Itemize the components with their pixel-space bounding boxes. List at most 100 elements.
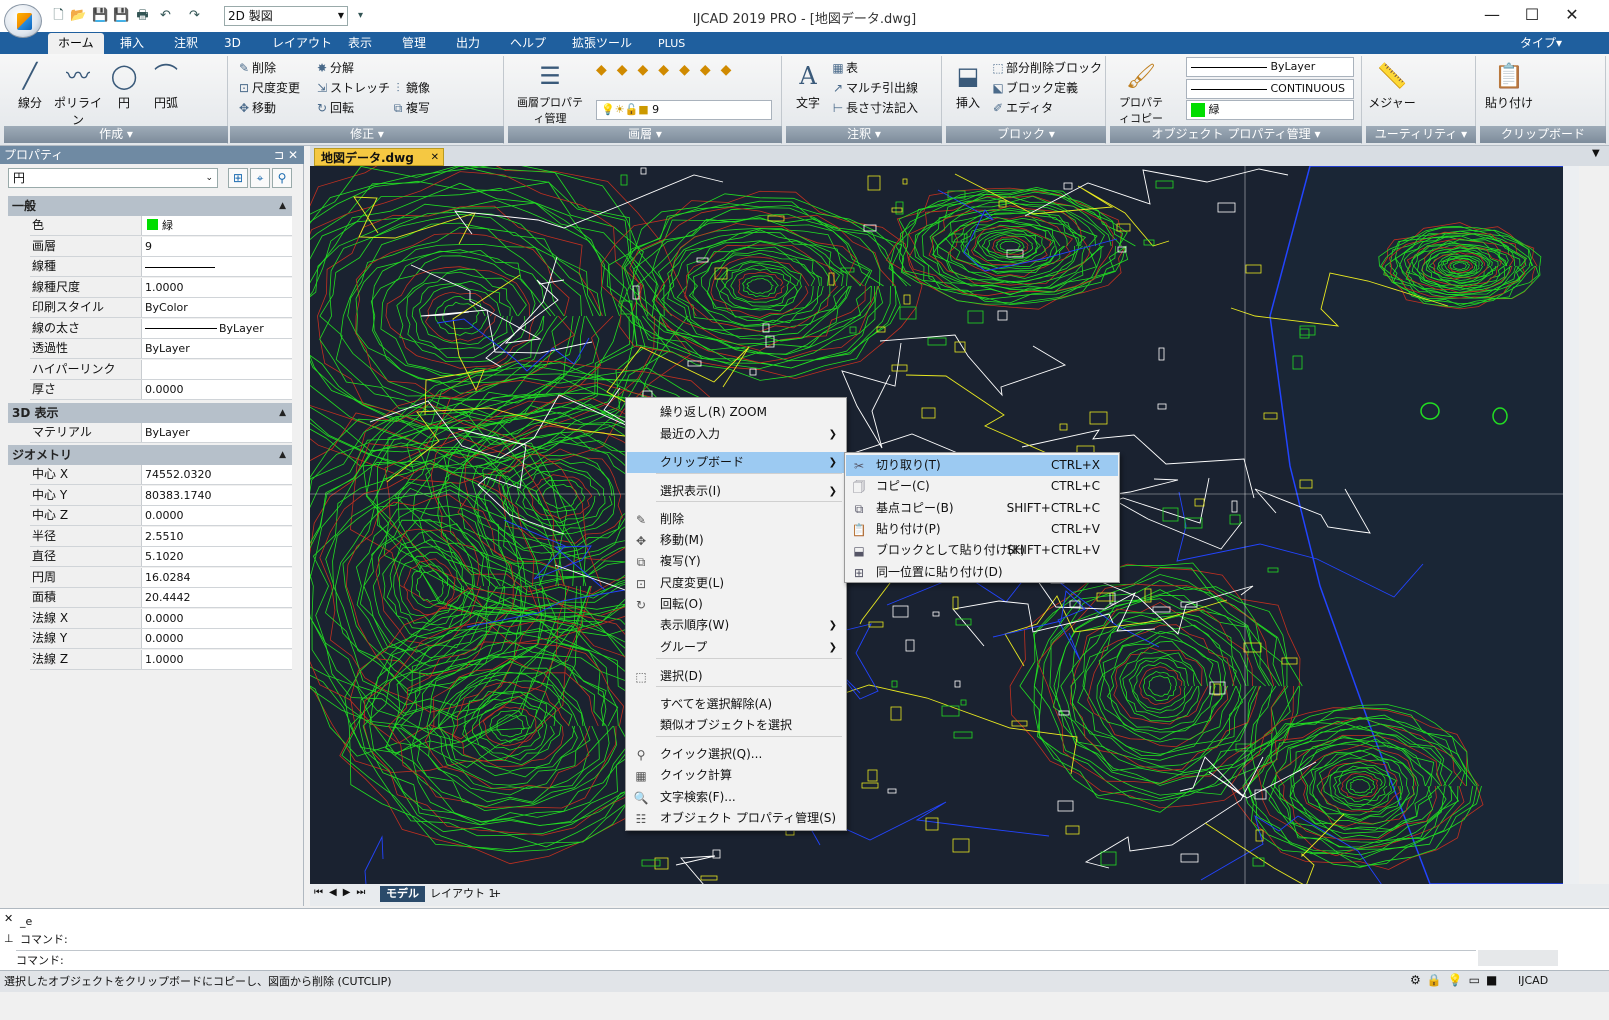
tab-layout[interactable]: レイアウト xyxy=(262,33,342,54)
paste-button[interactable]: 📋 貼り付け xyxy=(1484,60,1534,111)
property-value-cell[interactable]: 9 xyxy=(145,237,291,256)
layout-nav-icons[interactable]: ⏮◀▶⏭ xyxy=(314,887,371,898)
submenu-item[interactable]: 📋 貼り付け(P) CTRL+V xyxy=(846,519,1118,540)
context-menu-item[interactable]: 🔍 文字検索(F)... xyxy=(627,787,845,808)
panel-modify-label[interactable]: 修正 ▾ xyxy=(230,126,504,143)
property-row[interactable]: マテリアル ByLayer xyxy=(30,422,292,443)
move-button[interactable]: ✥ 移動 xyxy=(236,98,276,118)
define-block-button[interactable]: ⬕ ブロック定義 xyxy=(990,78,1078,98)
context-menu-item[interactable]: 類似オブジェクトを選択 xyxy=(627,715,845,736)
property-value-cell[interactable]: 74552.0320 xyxy=(145,465,291,484)
tab-add-layout[interactable]: + xyxy=(486,886,507,902)
close-icon[interactable]: ✕ xyxy=(288,146,298,164)
property-row[interactable]: 面積 20.4442 xyxy=(30,588,292,608)
tab-view[interactable]: 表示 xyxy=(338,33,382,54)
explode-button[interactable]: ✸ 分解 xyxy=(314,58,354,78)
vertical-scrollbar[interactable] xyxy=(1563,166,1579,884)
property-row[interactable]: 中心 X 74552.0320 xyxy=(30,465,292,485)
tab-model[interactable]: モデル xyxy=(380,886,425,902)
erase-button[interactable]: ✎ 削除 xyxy=(236,58,276,78)
property-row[interactable]: 直径 5.1020 xyxy=(30,547,292,567)
object-type-select[interactable]: 円 ⌄ xyxy=(8,168,218,188)
property-value-cell[interactable]: 16.0284 xyxy=(145,568,291,587)
context-menu-item[interactable]: ↻ 回転(O) xyxy=(627,594,845,615)
submenu-item[interactable]: ⬓ ブロックとして貼り付け(K) SHIFT+CTRL+V xyxy=(846,540,1118,561)
property-row[interactable]: 法線 Y 0.0000 xyxy=(30,629,292,649)
property-value-cell[interactable]: 緑 xyxy=(145,216,291,235)
command-scrollbar[interactable] xyxy=(1478,950,1558,966)
property-value-cell[interactable]: ByLayer xyxy=(145,423,291,442)
dim-button[interactable]: ⊢ 長さ寸法記入 xyxy=(830,98,918,118)
property-value-cell[interactable]: 0.0000 xyxy=(145,629,291,648)
close-button[interactable]: ✕ xyxy=(1552,2,1592,28)
context-menu-item[interactable]: ⧉ 複写(Y) xyxy=(627,551,845,572)
panel-annotation-label[interactable]: 注釈 ▾ xyxy=(786,126,942,143)
toggle-pickadd-button[interactable]: ⊞ xyxy=(228,168,248,188)
tab-output[interactable]: 出力 xyxy=(446,33,490,54)
section-geometry[interactable]: ジオメトリ ▲ xyxy=(8,445,292,465)
select-objects-button[interactable]: ⌖ xyxy=(250,168,270,188)
context-menu-item[interactable]: ⬚ 選択(D) xyxy=(627,666,845,687)
property-row[interactable]: 円周 16.0284 xyxy=(30,567,292,588)
submenu-item[interactable]: ✂ 切り取り(T) CTRL+X xyxy=(846,455,1118,476)
panel-layer-label[interactable]: 画層 ▾ xyxy=(508,126,782,143)
tab-insert[interactable]: 挿入 xyxy=(110,33,154,54)
block-editor-button[interactable]: ✐ エディタ xyxy=(990,98,1053,118)
property-value-cell[interactable]: 0.0000 xyxy=(145,609,291,628)
minimize-button[interactable]: — xyxy=(1472,2,1512,28)
close-tab-icon[interactable]: ✕ xyxy=(431,149,439,167)
copy-button[interactable]: ⧉ 複写 xyxy=(390,98,430,118)
property-row[interactable]: 線の太さ ByLayer xyxy=(30,318,292,339)
tab-manage[interactable]: 管理 xyxy=(392,33,436,54)
context-menu-item[interactable]: 選択表示(I) ❯ xyxy=(627,481,845,502)
pin-icon[interactable]: ⊐ xyxy=(274,146,284,164)
property-row[interactable]: ハイパーリンク xyxy=(30,359,292,380)
context-menu-item[interactable]: ☷ オブジェクト プロパティ管理(S) xyxy=(627,808,845,829)
tab-extensions[interactable]: 拡張ツール xyxy=(562,33,642,54)
property-row[interactable]: 画層 9 xyxy=(30,236,292,257)
tab-list-icon[interactable]: ▼ xyxy=(1592,148,1600,159)
property-value-cell[interactable]: 1.0000 xyxy=(145,650,291,669)
submenu-item[interactable]: 🗍 コピー(C) CTRL+C xyxy=(846,476,1118,497)
property-value-cell[interactable]: ByLayer xyxy=(145,339,291,358)
command-input[interactable]: コマンド: xyxy=(16,950,1476,970)
tab-home[interactable]: ホーム xyxy=(48,33,104,54)
property-value-cell[interactable]: 1.0000 xyxy=(145,278,291,297)
context-menu-item[interactable]: クリップボード ❯ xyxy=(627,452,845,473)
circle-button[interactable]: ◯ 円 xyxy=(108,60,140,111)
app-logo[interactable] xyxy=(4,4,42,38)
maximize-button[interactable]: ☐ xyxy=(1512,2,1552,28)
collapse-icon[interactable]: ▲ xyxy=(279,196,286,216)
property-value-cell[interactable]: 0.0000 xyxy=(145,506,291,525)
property-value-cell[interactable]: 80383.1740 xyxy=(145,486,291,505)
collapse-icon[interactable]: ▲ xyxy=(279,445,286,465)
quick-select-button[interactable]: ⚲ xyxy=(272,168,292,188)
context-menu-item[interactable]: ⊡ 尺度変更(L) xyxy=(627,573,845,594)
status-tray-icons[interactable]: ⚙🔒💡▭■ xyxy=(1410,973,1503,987)
line-button[interactable]: ╱ 線分 xyxy=(8,60,52,111)
insert-block-button[interactable]: ⬓ 挿入 xyxy=(950,60,986,111)
arc-button[interactable]: ⌒ 円弧 xyxy=(148,60,184,111)
context-menu-item[interactable]: 表示順序(W) ❯ xyxy=(627,615,845,636)
property-value-cell[interactable]: ByLayer xyxy=(145,319,291,338)
mleader-button[interactable]: ↗ マルチ引出線 xyxy=(830,78,918,98)
collapse-icon[interactable]: ▲ xyxy=(279,403,286,423)
panel-objprops-label[interactable]: オブジェクト プロパティ管理 ▾ xyxy=(1110,126,1362,143)
property-value-cell[interactable]: 2.5510 xyxy=(145,527,291,546)
submenu-item[interactable]: ⧉ 基点コピー(B) SHIFT+CTRL+C xyxy=(846,498,1118,519)
rotate-button[interactable]: ↻ 回転 xyxy=(314,98,354,118)
property-row[interactable]: 法線 X 0.0000 xyxy=(30,608,292,629)
panel-utility-label[interactable]: ユーティリティ ▾ xyxy=(1366,126,1476,143)
linetype-select[interactable]: CONTINUOUS xyxy=(1186,79,1354,99)
property-row[interactable]: 中心 Z 0.0000 xyxy=(30,506,292,526)
context-menu-item[interactable]: ▦ クイック計算 xyxy=(627,765,845,786)
layer-tool-icons[interactable]: ◆◆◆◆◆◆◆ xyxy=(596,62,776,100)
panel-draw-label[interactable]: 作成 ▾ xyxy=(4,126,228,143)
property-row[interactable]: 半径 2.5510 xyxy=(30,526,292,547)
layer-properties-button[interactable]: ☰ 画層プロパティ管理 xyxy=(512,60,588,126)
section-general[interactable]: 一般 ▲ xyxy=(8,196,292,216)
property-row[interactable]: 中心 Y 80383.1740 xyxy=(30,485,292,506)
match-properties-button[interactable]: 🖌 プロパティコピー xyxy=(1114,60,1168,126)
property-value-cell[interactable]: 20.4442 xyxy=(145,588,291,607)
mirror-button[interactable]: ⫶ 鏡像 xyxy=(390,78,430,98)
